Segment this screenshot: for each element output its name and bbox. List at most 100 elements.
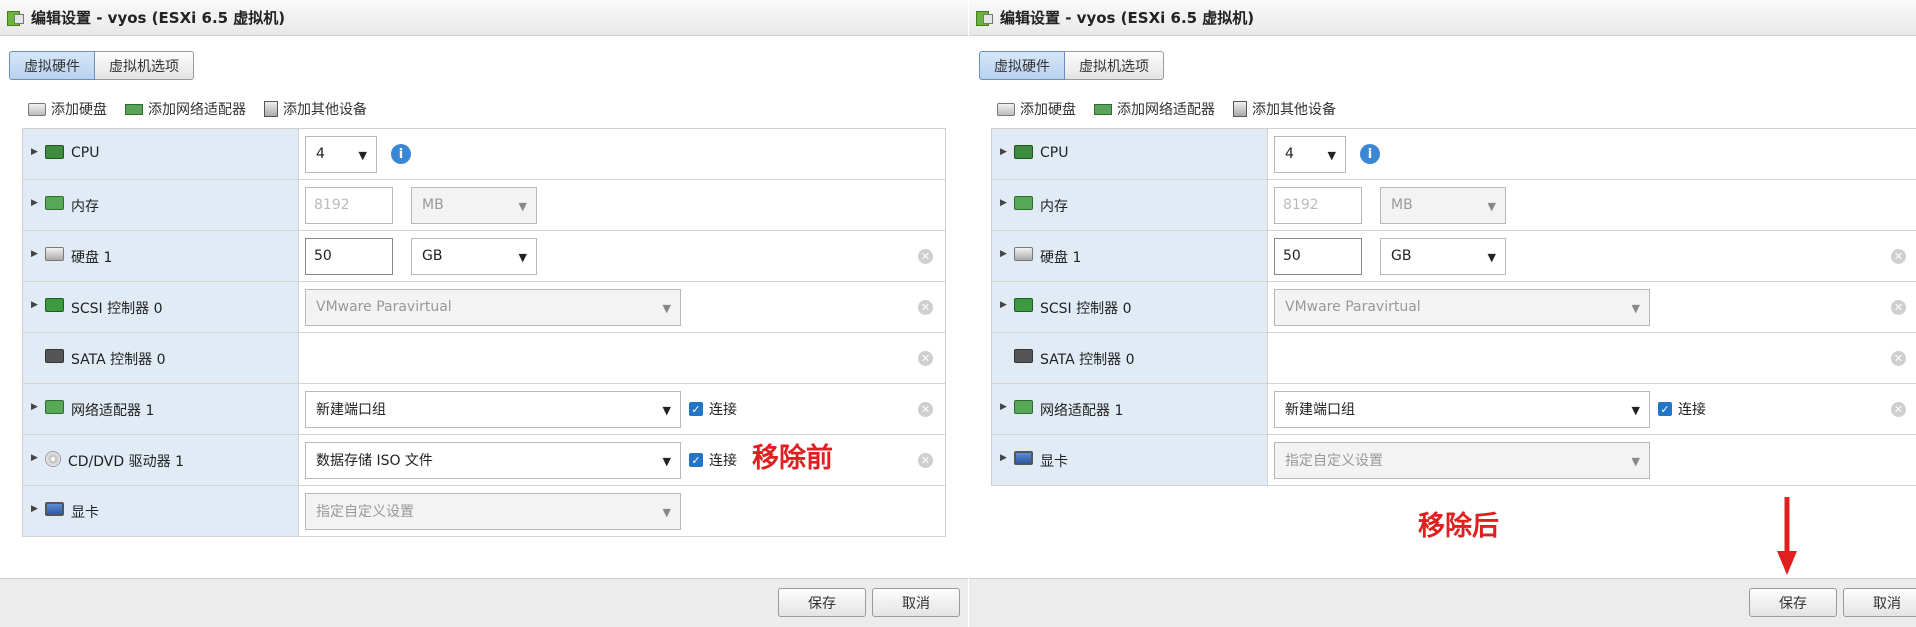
scsi-type-select[interactable]: VMware Paravirtual ▼ xyxy=(1274,288,1650,326)
memory-row: ▶ 内存 8192 MB ▼ xyxy=(992,180,1916,231)
expand-caret-icon[interactable]: ▶ xyxy=(31,145,45,157)
sata-row: SATA 控制器 0 ✕ xyxy=(992,333,1916,384)
remove-icon[interactable]: ✕ xyxy=(1891,350,1906,366)
expand-caret-icon[interactable]: ▶ xyxy=(1000,196,1014,208)
memory-input[interactable]: 8192 xyxy=(1274,186,1362,224)
remove-icon[interactable]: ✕ xyxy=(1891,299,1906,315)
nic-row: ▶ 网络适配器 1 新建端口组 ▼ ✓ 连接 ✕ xyxy=(23,384,945,435)
remove-icon[interactable]: ✕ xyxy=(1891,401,1906,417)
tab-vm-options[interactable]: 虚拟机选项 xyxy=(95,51,194,80)
scsi-icon xyxy=(1014,298,1033,312)
expand-caret-icon[interactable]: ▶ xyxy=(31,502,45,514)
expand-caret-icon[interactable]: ▶ xyxy=(1000,400,1014,412)
tab-bar: 虚拟硬件 虚拟机选项 xyxy=(979,51,1164,80)
disk-row: ▶ 硬盘 1 50 GB ▼ ✕ xyxy=(992,231,1916,282)
add-other-device-button[interactable]: 添加其他设备 xyxy=(264,99,367,119)
save-button[interactable]: 保存 xyxy=(778,588,866,617)
cancel-button[interactable]: 取消 xyxy=(872,588,960,617)
cd-icon xyxy=(45,451,61,467)
scsi-icon xyxy=(45,298,64,312)
memory-input[interactable]: 8192 xyxy=(305,186,393,224)
remove-icon[interactable]: ✕ xyxy=(918,350,933,366)
remove-icon[interactable]: ✕ xyxy=(918,401,933,417)
add-disk-button[interactable]: 添加硬盘 xyxy=(997,99,1076,119)
cpu-select[interactable]: 4 ▼ xyxy=(1274,135,1346,173)
cd-media-select[interactable]: 数据存储 ISO 文件 ▼ xyxy=(305,441,681,479)
info-icon[interactable]: i xyxy=(1360,144,1380,164)
remove-icon[interactable]: ✕ xyxy=(918,299,933,315)
memory-icon xyxy=(45,196,64,210)
nic-connect-checkbox[interactable]: ✓ 连接 xyxy=(689,399,737,419)
dropdown-arrow-icon: ▼ xyxy=(662,505,671,519)
network-select[interactable]: 新建端口组 ▼ xyxy=(305,390,681,428)
add-disk-label: 添加硬盘 xyxy=(51,102,107,118)
dialog-titlebar: 编辑设置 - vyos (ESXi 6.5 虚拟机) xyxy=(969,0,1916,36)
display-label: 显卡 xyxy=(71,505,99,521)
scsi-row: ▶ SCSI 控制器 0 VMware Paravirtual ▼ ✕ xyxy=(23,282,945,333)
cancel-button[interactable]: 取消 xyxy=(1843,588,1916,617)
info-icon[interactable]: i xyxy=(391,144,411,164)
cpu-row: ▶ CPU 4 ▼ i xyxy=(992,129,1916,180)
remove-icon[interactable]: ✕ xyxy=(1891,248,1906,264)
tab-vm-options[interactable]: 虚拟机选项 xyxy=(1065,51,1164,80)
expand-caret-icon[interactable]: ▶ xyxy=(31,247,45,259)
memory-unit-select[interactable]: MB ▼ xyxy=(1380,186,1506,224)
network-card-icon xyxy=(125,103,143,115)
disk-unit-select[interactable]: GB ▼ xyxy=(1380,237,1506,275)
dropdown-arrow-icon: ▼ xyxy=(662,403,671,417)
dropdown-arrow-icon: ▼ xyxy=(1327,148,1336,162)
memory-unit-select[interactable]: MB ▼ xyxy=(411,186,537,224)
disk-size-input[interactable]: 50 xyxy=(1274,237,1362,275)
expand-caret-icon[interactable]: ▶ xyxy=(31,400,45,412)
nic-row: ▶ 网络适配器 1 新建端口组 ▼ ✓ 连接 ✕ xyxy=(992,384,1916,435)
expand-caret-icon[interactable]: ▶ xyxy=(1000,298,1014,310)
dialog-title: 编辑设置 - vyos (ESXi 6.5 虚拟机) xyxy=(31,9,286,27)
add-other-label: 添加其他设备 xyxy=(283,102,367,118)
annotation-after: 移除后 xyxy=(1418,511,1499,542)
hardware-grid: ▶ CPU 4 ▼ i ▶ 内存 8192 MB ▼ ▶ 硬盘 1 50 GB ▼ ✕ ▶ SCSI … xyxy=(991,128,1916,486)
dialog-titlebar: 编辑设置 - vyos (ESXi 6.5 虚拟机) xyxy=(0,0,968,36)
vm-icon xyxy=(975,9,993,26)
connect-label: 连接 xyxy=(709,453,737,469)
disk-row: ▶ 硬盘 1 50 GB ▼ ✕ xyxy=(23,231,945,282)
remove-icon[interactable]: ✕ xyxy=(918,452,933,468)
display-select[interactable]: 指定自定义设置 ▼ xyxy=(1274,441,1650,479)
network-select[interactable]: 新建端口组 ▼ xyxy=(1274,390,1650,428)
device-icon xyxy=(264,101,278,117)
sata-row: SATA 控制器 0 ✕ xyxy=(23,333,945,384)
scsi-type-select[interactable]: VMware Paravirtual ▼ xyxy=(305,288,681,326)
add-nic-label: 添加网络适配器 xyxy=(148,102,246,118)
expand-caret-icon[interactable]: ▶ xyxy=(31,298,45,310)
nic-label: 网络适配器 1 xyxy=(1040,403,1124,419)
check-icon: ✓ xyxy=(1658,402,1672,416)
add-other-device-button[interactable]: 添加其他设备 xyxy=(1233,99,1336,119)
disk-unit-select[interactable]: GB ▼ xyxy=(411,237,537,275)
disk-size-input[interactable]: 50 xyxy=(305,237,393,275)
tab-virtual-hardware[interactable]: 虚拟硬件 xyxy=(979,51,1065,80)
sata-icon xyxy=(1014,349,1033,363)
monitor-icon xyxy=(1014,451,1033,465)
nic-label: 网络适配器 1 xyxy=(71,403,155,419)
edit-settings-dialog-after: 编辑设置 - vyos (ESXi 6.5 虚拟机) 虚拟硬件 虚拟机选项 添加… xyxy=(969,0,1916,627)
disk-icon xyxy=(1014,247,1033,261)
display-select[interactable]: 指定自定义设置 ▼ xyxy=(305,492,681,530)
expand-caret-icon[interactable]: ▶ xyxy=(1000,247,1014,259)
nic-connect-checkbox[interactable]: ✓ 连接 xyxy=(1658,399,1706,419)
add-disk-button[interactable]: 添加硬盘 xyxy=(28,99,107,119)
dialog-footer: 保存 取消 xyxy=(0,578,968,627)
expand-caret-icon[interactable]: ▶ xyxy=(31,196,45,208)
cd-connect-checkbox[interactable]: ✓ 连接 xyxy=(689,450,737,470)
save-button[interactable]: 保存 xyxy=(1749,588,1837,617)
check-icon: ✓ xyxy=(689,453,703,467)
add-nic-button[interactable]: 添加网络适配器 xyxy=(1094,99,1215,119)
arrow-down-icon xyxy=(1777,497,1797,575)
network-card-icon xyxy=(45,400,64,414)
expand-caret-icon[interactable]: ▶ xyxy=(31,451,45,463)
scsi-label: SCSI 控制器 0 xyxy=(1040,301,1132,317)
add-nic-button[interactable]: 添加网络适配器 xyxy=(125,99,246,119)
expand-caret-icon[interactable]: ▶ xyxy=(1000,145,1014,157)
cpu-select[interactable]: 4 ▼ xyxy=(305,135,377,173)
tab-virtual-hardware[interactable]: 虚拟硬件 xyxy=(9,51,95,80)
remove-icon[interactable]: ✕ xyxy=(918,248,933,264)
expand-caret-icon[interactable]: ▶ xyxy=(1000,451,1014,463)
